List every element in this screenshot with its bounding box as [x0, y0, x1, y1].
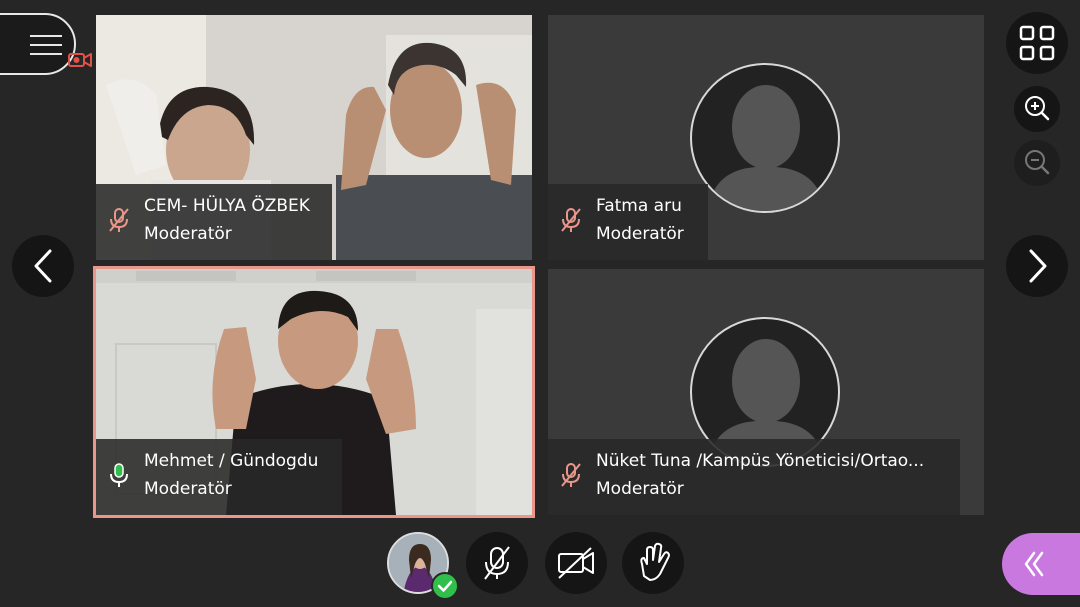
- grid-view-icon: [1019, 25, 1055, 61]
- mic-muted-icon: [109, 208, 129, 232]
- mic-muted-icon: [561, 463, 581, 487]
- participant-name: Nüket Tuna /Kampüs Yöneticisi/Ortao...: [596, 451, 925, 471]
- participant-role: Moderatör: [144, 224, 232, 244]
- raise-hand-button[interactable]: [622, 532, 684, 594]
- zoom-in-icon: [1025, 96, 1050, 121]
- self-avatar-button[interactable]: [387, 532, 459, 600]
- previous-page-button[interactable]: [12, 235, 74, 297]
- participant-nameplate: Mehmet / Gündogdu Moderatör: [96, 439, 342, 515]
- mic-muted-icon: [561, 208, 581, 232]
- zoom-in-button[interactable]: [1014, 86, 1060, 132]
- mic-active-icon: [110, 463, 128, 487]
- camera-off-icon: [558, 547, 594, 579]
- hamburger-icon: [30, 35, 62, 37]
- participant-role: Moderatör: [144, 479, 232, 499]
- video-tile-2[interactable]: Fatma aru Moderatör: [548, 15, 984, 260]
- video-tile-1[interactable]: CEM- HÜLYA ÖZBEK Moderatör: [96, 15, 532, 260]
- open-panel-button[interactable]: [1002, 533, 1080, 595]
- mic-off-icon: [484, 546, 510, 580]
- participant-name: Mehmet / Gündogdu: [144, 451, 319, 471]
- camera-toggle-button[interactable]: [545, 532, 607, 594]
- participant-name: Fatma aru: [596, 196, 682, 216]
- zoom-out-icon: [1025, 150, 1050, 175]
- raise-hand-icon: [640, 542, 670, 581]
- menu-button[interactable]: [0, 13, 76, 75]
- video-tile-3-active[interactable]: Mehmet / Gündogdu Moderatör: [93, 266, 535, 518]
- chevron-right-icon: [1029, 249, 1047, 283]
- chevron-left-icon: [34, 249, 52, 283]
- default-avatar-icon: [690, 63, 840, 213]
- hamburger-icon-bar: [30, 53, 62, 55]
- participant-nameplate: CEM- HÜLYA ÖZBEK Moderatör: [96, 184, 332, 260]
- participant-role: Moderatör: [596, 224, 684, 244]
- video-tile-4[interactable]: Nüket Tuna /Kampüs Yöneticisi/Ortao... M…: [548, 269, 984, 515]
- mic-toggle-button[interactable]: [466, 532, 528, 594]
- zoom-out-button[interactable]: [1014, 140, 1060, 186]
- double-chevron-left-icon: [1024, 551, 1044, 577]
- participant-role: Moderatör: [596, 479, 684, 499]
- recording-camera-icon: [68, 53, 92, 67]
- next-page-button[interactable]: [1006, 235, 1068, 297]
- participant-name: CEM- HÜLYA ÖZBEK: [144, 196, 310, 216]
- participant-nameplate: Nüket Tuna /Kampüs Yöneticisi/Ortao... M…: [548, 439, 960, 515]
- grid-view-button[interactable]: [1006, 12, 1068, 74]
- status-check-icon: [431, 572, 459, 600]
- hamburger-icon-bar: [30, 44, 62, 46]
- participant-nameplate: Fatma aru Moderatör: [548, 184, 708, 260]
